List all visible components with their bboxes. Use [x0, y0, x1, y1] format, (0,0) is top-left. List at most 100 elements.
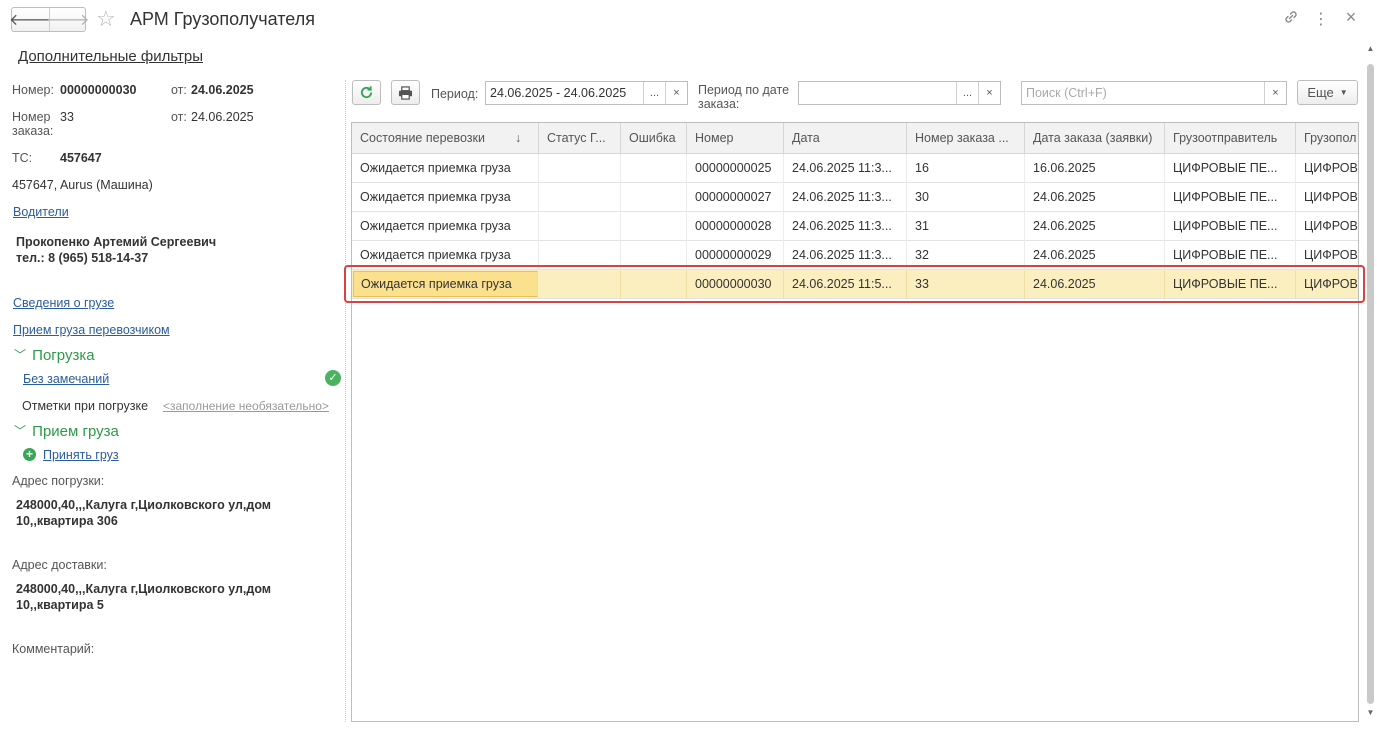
table-cell[interactable]: 24.06.2025: [1025, 212, 1165, 241]
table-cell[interactable]: 24.06.2025: [1025, 241, 1165, 270]
table-cell[interactable]: ЦИФРОВЫЕ ПЕ...: [1165, 212, 1296, 241]
table-cell[interactable]: Ожидается приемка груза: [352, 241, 539, 270]
table-cell[interactable]: ЦИФРОВ: [1296, 241, 1358, 270]
refresh-button[interactable]: [352, 80, 381, 105]
scrollbar-thumb[interactable]: [1367, 64, 1374, 704]
accept-group[interactable]: ﹀ Прием груза: [14, 423, 119, 440]
loading-group[interactable]: ﹀ Погрузка: [14, 347, 95, 364]
table-cell[interactable]: ЦИФРОВЫЕ ПЕ...: [1165, 183, 1296, 212]
no-remarks-link[interactable]: Без замечаний: [23, 372, 109, 386]
table-cell[interactable]: [621, 212, 687, 241]
carrier-accept-link[interactable]: Прием груза перевозчиком: [13, 323, 170, 337]
table-cell[interactable]: ЦИФРОВЫЕ ПЕ...: [1165, 241, 1296, 270]
order-period-clear-button[interactable]: ×: [978, 82, 1000, 104]
table-row[interactable]: Ожидается приемка груза 00000000027 24.06.…: [352, 183, 1358, 212]
scroll-down-icon[interactable]: ▼: [1365, 708, 1376, 718]
table-cell[interactable]: 24.06.2025 11:5...: [784, 270, 907, 299]
column-header[interactable]: Грузоотправитель: [1165, 123, 1296, 154]
table-cell[interactable]: Ожидается приемка груза: [352, 154, 539, 183]
table-cell[interactable]: 00000000029: [687, 241, 784, 270]
table-cell[interactable]: 24.06.2025 11:3...: [784, 241, 907, 270]
extra-filters-link[interactable]: Дополнительные фильтры: [18, 48, 203, 65]
column-header[interactable]: Грузопол: [1296, 123, 1358, 154]
table-cell[interactable]: 00000000030: [687, 270, 784, 299]
column-header[interactable]: Ошибка: [621, 123, 687, 154]
table-cell[interactable]: 00000000028: [687, 212, 784, 241]
cargo-info-link[interactable]: Сведения о грузе: [13, 296, 114, 310]
from-label: от:: [171, 83, 187, 97]
back-button[interactable]: 🡐: [9, 8, 52, 31]
table-cell[interactable]: ЦИФРОВ: [1296, 183, 1358, 212]
print-button[interactable]: [391, 80, 420, 105]
accept-cargo-link[interactable]: Принять груз: [43, 448, 119, 462]
period-field[interactable]: 24.06.2025 - 24.06.2025 ... ×: [485, 81, 688, 105]
more-icon[interactable]: ⋮: [1311, 9, 1331, 29]
table-cell[interactable]: [539, 183, 621, 212]
table-cell[interactable]: 24.06.2025 11:3...: [784, 183, 907, 212]
column-header[interactable]: Дата заказа (заявки): [1025, 123, 1165, 154]
table-cell[interactable]: 24.06.2025 11:3...: [784, 212, 907, 241]
column-header[interactable]: Номер заказа ...: [907, 123, 1025, 154]
number-label: Номер:: [12, 83, 54, 97]
table-cell[interactable]: [621, 270, 687, 299]
table-cell[interactable]: ЦИФРОВ: [1296, 212, 1358, 241]
more-button[interactable]: Еще ▼: [1297, 80, 1358, 105]
table-cell[interactable]: Ожидается приемка груза: [352, 212, 539, 241]
table-cell[interactable]: 33: [907, 270, 1025, 299]
table-header: Состояние перевозки ↓ Статус Г... Ошибка…: [352, 123, 1358, 154]
period-select-button[interactable]: ...: [643, 82, 665, 104]
table-cell[interactable]: 30: [907, 183, 1025, 212]
add-circle-icon[interactable]: +: [23, 448, 36, 461]
table-cell[interactable]: [539, 270, 621, 299]
search-input[interactable]: Поиск (Ctrl+F): [1022, 86, 1264, 100]
table-cell[interactable]: 00000000025: [687, 154, 784, 183]
column-header[interactable]: Состояние перевозки ↓: [352, 123, 539, 154]
table-cell[interactable]: 16: [907, 154, 1025, 183]
table-cell[interactable]: 00000000027: [687, 183, 784, 212]
table-cell[interactable]: ЦИФРОВЫЕ ПЕ...: [1165, 270, 1296, 299]
table-cell[interactable]: [621, 241, 687, 270]
period-input[interactable]: 24.06.2025 - 24.06.2025: [486, 86, 643, 100]
order-period-select-button[interactable]: ...: [956, 82, 978, 104]
table-row[interactable]: Ожидается приемка груза 00000000025 24.06.…: [352, 154, 1358, 183]
table-cell[interactable]: [621, 183, 687, 212]
table-cell[interactable]: ЦИФРОВ: [1296, 270, 1358, 299]
column-header[interactable]: Статус Г...: [539, 123, 621, 154]
period-clear-button[interactable]: ×: [665, 82, 687, 104]
shipments-table[interactable]: Состояние перевозки ↓ Статус Г... Ошибка…: [351, 122, 1359, 722]
column-header[interactable]: Дата: [784, 123, 907, 154]
load-address-line1: 248000,40,,,Калуга г,Циолковского ул,дом: [16, 498, 272, 512]
table-cell[interactable]: 24.06.2025 11:3...: [784, 154, 907, 183]
table-cell[interactable]: [539, 154, 621, 183]
column-header[interactable]: Номер: [687, 123, 784, 154]
table-cell[interactable]: 24.06.2025: [1025, 270, 1165, 299]
table-cell[interactable]: Ожидается приемка груза: [353, 271, 538, 297]
vertical-scrollbar[interactable]: ▲ ▼: [1364, 44, 1377, 720]
table-row[interactable]: Ожидается приемка груза 00000000029 24.06.…: [352, 241, 1358, 270]
table-cell[interactable]: [539, 212, 621, 241]
table-cell[interactable]: 24.06.2025: [1025, 183, 1165, 212]
table-cell[interactable]: 31: [907, 212, 1025, 241]
table-row[interactable]: Ожидается приемка груза 00000000028 24.06.…: [352, 212, 1358, 241]
table-row[interactable]: Ожидается приемка груза 00000000030 24.06.…: [352, 270, 1358, 299]
table-cell[interactable]: [621, 154, 687, 183]
star-icon[interactable]: ☆: [96, 6, 116, 32]
table-cell[interactable]: Ожидается приемка груза: [352, 183, 539, 212]
order-period-field[interactable]: ... ×: [798, 81, 1001, 105]
table-cell[interactable]: ЦИФРОВЫЕ ПЕ...: [1165, 154, 1296, 183]
close-icon[interactable]: ×: [1341, 7, 1361, 28]
forward-button[interactable]: 🡒: [47, 8, 89, 31]
delivery-address-label: Адрес доставки:: [12, 558, 107, 572]
table-cell[interactable]: [539, 241, 621, 270]
table-cell[interactable]: 16.06.2025: [1025, 154, 1165, 183]
drivers-link[interactable]: Водители: [13, 205, 69, 219]
search-field[interactable]: Поиск (Ctrl+F) ×: [1021, 81, 1287, 105]
table-cell[interactable]: ЦИФРОВ: [1296, 154, 1358, 183]
scroll-up-icon[interactable]: ▲: [1365, 44, 1376, 54]
panel-divider[interactable]: [345, 80, 346, 722]
link-icon[interactable]: [1281, 9, 1301, 30]
search-clear-button[interactable]: ×: [1264, 82, 1286, 104]
table-cell[interactable]: 32: [907, 241, 1025, 270]
loading-marks-hint[interactable]: <заполнение необязательно>: [163, 399, 329, 413]
dropdown-arrow-icon: ▼: [1339, 88, 1348, 97]
